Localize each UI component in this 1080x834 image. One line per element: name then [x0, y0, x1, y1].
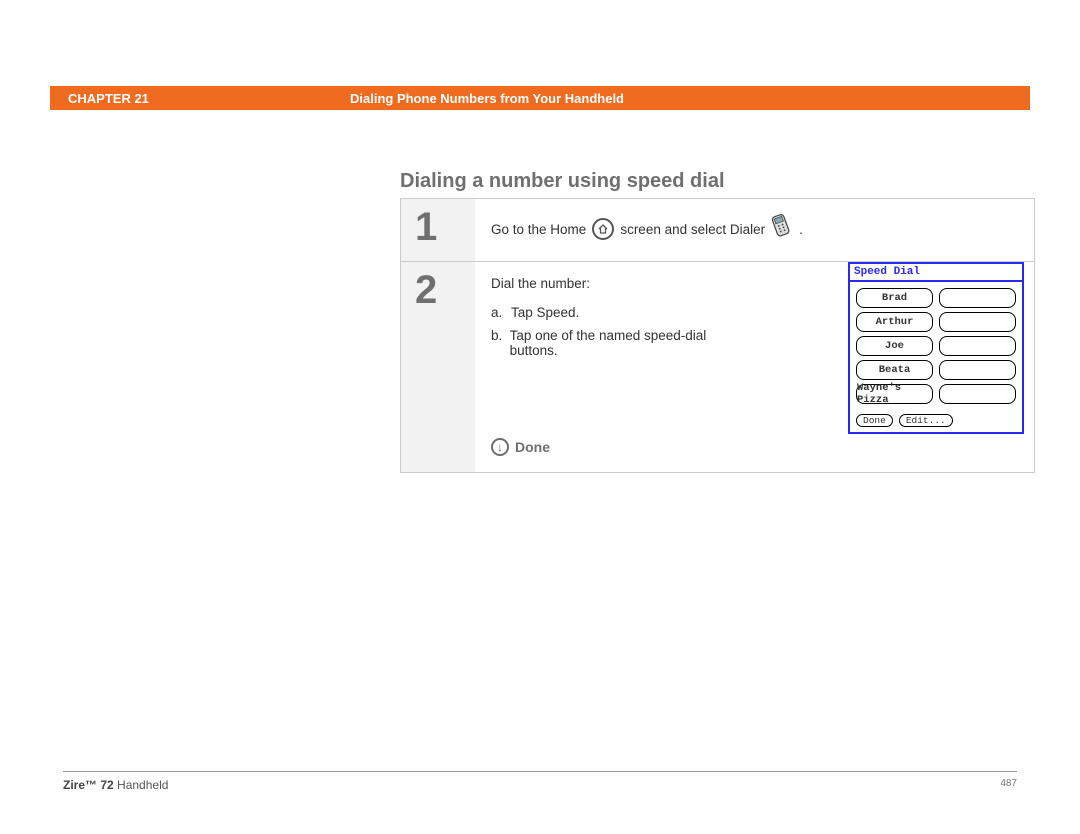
step-number-cell: 1	[401, 199, 475, 261]
footer-page-number: 487	[1000, 778, 1017, 792]
step-2: 2 Dial the number: a. Tap Speed. b. Tap …	[401, 261, 1034, 472]
speed-dial-button[interactable]: Joe	[856, 336, 933, 356]
speed-dial-button-empty[interactable]	[939, 312, 1016, 332]
footer-divider	[63, 771, 1017, 772]
sub-text: Tap Speed.	[511, 305, 579, 320]
speed-dial-title: Speed Dial	[850, 264, 1022, 282]
section-title: Dialing a number using speed dial	[400, 170, 725, 193]
step2-item-b: b. Tap one of the named speed-dial butto…	[491, 328, 741, 358]
step-body: Dial the number: a. Tap Speed. b. Tap on…	[475, 262, 1034, 472]
speed-dial-row: Wayne's Pizza	[856, 384, 1016, 404]
step1-text-b: screen and select Dialer	[620, 222, 765, 237]
chapter-header: CHAPTER 21 Dialing Phone Numbers from Yo…	[50, 86, 1030, 110]
step-1-text: Go to the Home screen and select Dialer …	[491, 213, 1018, 245]
speed-dial-done-button[interactable]: Done	[856, 414, 893, 427]
sub-text: Tap one of the named speed-dial buttons.	[510, 328, 741, 358]
chapter-title: Dialing Phone Numbers from Your Handheld	[350, 91, 624, 106]
footer-brand-bold: Zire™ 72	[63, 778, 114, 792]
speed-dial-button[interactable]: Brad	[856, 288, 933, 308]
speed-dial-row: Joe	[856, 336, 1016, 356]
home-icon	[592, 218, 614, 240]
speed-dial-button-empty[interactable]	[939, 360, 1016, 380]
steps-container: 1 Go to the Home screen and select Diale…	[400, 198, 1035, 473]
sub-letter: b.	[491, 328, 510, 358]
done-arrow-icon: ↓	[491, 438, 509, 456]
step2-item-a: a. Tap Speed.	[491, 305, 741, 320]
step1-text-a: Go to the Home	[491, 222, 586, 237]
page-footer: Zire™ 72 Handheld 487	[63, 778, 1017, 792]
speed-dial-edit-button[interactable]: Edit...	[899, 414, 953, 427]
step-number-cell: 2	[401, 262, 475, 472]
speed-dial-button-empty[interactable]	[939, 384, 1016, 404]
step-number: 2	[415, 270, 461, 310]
speed-dial-row: Brad	[856, 288, 1016, 308]
step-1: 1 Go to the Home screen and select Diale…	[401, 199, 1034, 261]
speed-dial-body: Brad Arthur Joe Beata	[850, 282, 1022, 412]
step1-text-c: .	[799, 222, 803, 237]
speed-dial-row: Beata	[856, 360, 1016, 380]
speed-dial-button[interactable]: Wayne's Pizza	[856, 384, 933, 404]
chapter-number: CHAPTER 21	[50, 91, 350, 106]
sub-letter: a.	[491, 305, 511, 320]
speed-dial-footer: Done Edit...	[850, 412, 1022, 432]
footer-brand-rest: Handheld	[114, 778, 169, 792]
speed-dial-button-empty[interactable]	[939, 288, 1016, 308]
step-body: Go to the Home screen and select Dialer …	[475, 199, 1034, 261]
speed-dial-button-empty[interactable]	[939, 336, 1016, 356]
speed-dial-button[interactable]: Arthur	[856, 312, 933, 332]
done-label: Done	[515, 439, 550, 455]
speed-dial-row: Arthur	[856, 312, 1016, 332]
speed-dial-button[interactable]: Beata	[856, 360, 933, 380]
step-number: 1	[415, 207, 461, 247]
done-indicator: ↓ Done	[491, 438, 1018, 456]
dialer-icon	[766, 210, 798, 248]
speed-dial-screenshot: Speed Dial Brad Arthur Joe	[848, 262, 1024, 434]
footer-brand: Zire™ 72 Handheld	[63, 778, 168, 792]
